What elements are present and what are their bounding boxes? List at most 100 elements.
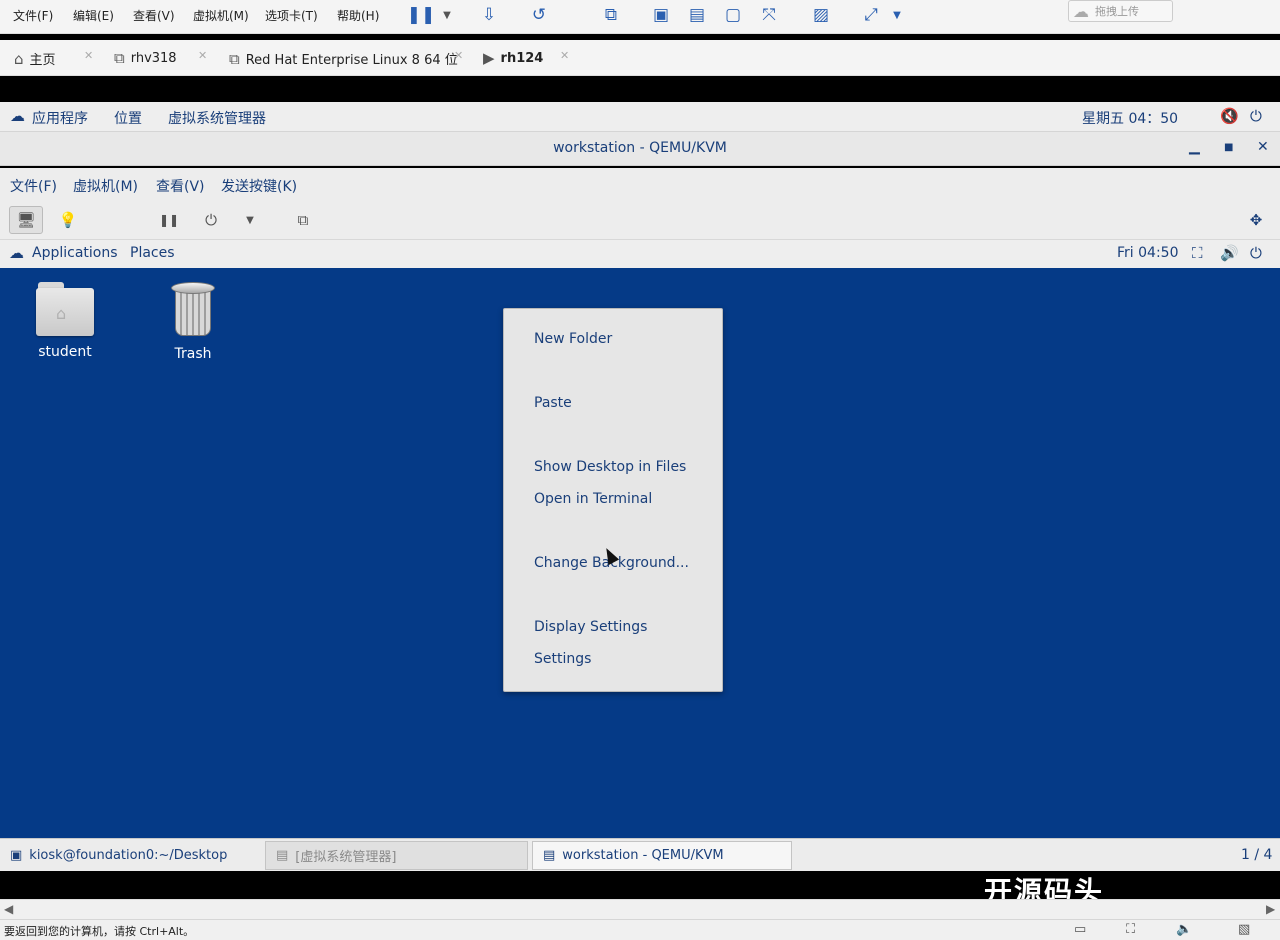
tab-home-label: 主页 — [29, 53, 56, 68]
minimize-icon[interactable]: ▁ — [1189, 139, 1200, 155]
lightbulb-icon[interactable]: 💡 — [58, 206, 78, 234]
sound-icon[interactable]: 🔈 — [1176, 922, 1192, 937]
power-button-icon[interactable]: ⏻ — [200, 206, 222, 234]
viewer-title: workstation - QEMU/KVM — [553, 140, 727, 156]
menu-item-show-desktop-in-files[interactable]: Show Desktop in Files — [534, 459, 686, 475]
cloud-icon: ☁ — [1073, 1, 1089, 21]
trash-icon — [171, 282, 215, 338]
tab-close-icon[interactable]: ✕ — [84, 49, 93, 62]
tab-rhel8[interactable]: ⧉ Red Hat Enterprise Linux 8 64 位 — [229, 49, 458, 69]
menu-help[interactable]: 帮助(H) — [337, 7, 379, 24]
message-log-icon[interactable]: ▧ — [1238, 922, 1250, 937]
viewer-titlebar: workstation - QEMU/KVM ▁ ■ ✕ — [0, 132, 1280, 166]
tab-rhel8-label: Red Hat Enterprise Linux 8 64 位 — [245, 53, 458, 68]
guest-places-menu[interactable]: Places — [130, 245, 175, 261]
scroll-left-icon[interactable]: ◀ — [4, 902, 13, 916]
taskbar-item-workstation[interactable]: ▤ workstation - QEMU/KVM — [532, 841, 792, 870]
taskbar-item-terminal[interactable]: ▣ kiosk@foundation0:~/Desktop — [0, 841, 262, 870]
hdd-icon[interactable]: ▭ — [1074, 922, 1086, 937]
viewer-menu-sendkey[interactable]: 发送按键(K) — [221, 176, 297, 196]
menu-item-display-settings[interactable]: Display Settings — [534, 619, 647, 635]
vm-icon: ⧉ — [114, 49, 125, 67]
dropdown-icon[interactable]: ▼ — [434, 2, 460, 28]
power-icon[interactable]: ⏻ — [1250, 107, 1262, 125]
terminal-view-icon[interactable]: ▨ — [808, 2, 834, 28]
tab-close-icon[interactable]: ✕ — [198, 49, 207, 62]
viewer-menu-vm[interactable]: 虚拟机(M) — [73, 176, 138, 196]
menu-vm[interactable]: 虚拟机(M) — [193, 7, 249, 24]
pause-icon[interactable]: ❚❚ — [158, 206, 180, 234]
menu-item-new-folder[interactable]: New Folder — [534, 331, 612, 347]
dropdown-icon[interactable]: ▼ — [240, 206, 260, 234]
home-folder-icon: ⌂ — [36, 282, 94, 336]
tab-close-icon[interactable]: ✕ — [454, 49, 463, 62]
tab-rhv318[interactable]: ⧉ rhv318 — [114, 49, 177, 67]
applications-menu[interactable]: 应用程序 — [32, 108, 88, 128]
status-message: 要返回到您的计算机，请按 Ctrl+Alt。 — [4, 925, 195, 938]
host-tab-bar: ⌂ 主页 ✕ ⧉ rhv318 ✕ ⧉ Red Hat Enterprise L… — [0, 40, 1280, 76]
pause-icon[interactable]: ❚❚ — [407, 2, 436, 28]
menu-file[interactable]: 文件(F) — [13, 7, 53, 24]
virt-viewer-icon: ▤ — [543, 848, 556, 863]
vm-icon: ⧉ — [229, 49, 240, 68]
viewer-menu-view[interactable]: 查看(V) — [156, 176, 205, 196]
menu-item-settings[interactable]: Settings — [534, 651, 591, 667]
host-gnome-topbar: ☁ 应用程序 位置 虚拟系统管理器 星期五 04：50 🔇 ⏻ — [0, 102, 1280, 132]
desktop-context-menu: New Folder Paste Show Desktop in Files O… — [503, 308, 723, 692]
viewer-menu-file[interactable]: 文件(F) — [10, 176, 57, 196]
host-app-menubar: 文件(F) 编辑(E) 查看(V) 虚拟机(M) 选项卡(T) 帮助(H) ❚❚… — [0, 0, 1280, 34]
menu-item-open-in-terminal[interactable]: Open in Terminal — [534, 491, 652, 507]
workspace-indicator[interactable]: 1 / 4 — [1241, 847, 1272, 863]
network-adapter-icon[interactable]: ⛶ — [1126, 922, 1135, 937]
menu-tabs[interactable]: 选项卡(T) — [265, 7, 318, 24]
view-console-icon[interactable]: ▢ — [720, 2, 746, 28]
virt-manager-menu[interactable]: 虚拟系统管理器 — [168, 108, 266, 128]
gnome-foot-icon: ☁ — [10, 107, 25, 125]
guest-applications-menu[interactable]: Applications — [32, 245, 118, 261]
upload-label: 拖拽上传 — [1095, 5, 1139, 18]
send-keys-icon[interactable]: ⇩ — [476, 2, 502, 28]
horizontal-scrollbar[interactable]: ◀ ▶ — [0, 899, 1280, 919]
resize-to-vm-icon[interactable]: ✥ — [1243, 206, 1269, 234]
snapshot-revert-icon[interactable]: ↺ — [526, 2, 552, 28]
tab-rh124[interactable]: ▶ rh124 — [483, 49, 543, 67]
menu-view[interactable]: 查看(V) — [133, 7, 175, 24]
gnome-foot-icon: ☁ — [9, 244, 24, 262]
vm-running-icon: ▶ — [483, 49, 495, 67]
guest-gnome-topbar: ☁ Applications Places Fri 04:50 ⛶ 🔊 ⏻ — [0, 240, 1280, 268]
tab-close-icon[interactable]: ✕ — [560, 49, 569, 62]
desktop-icon-trash[interactable]: Trash — [148, 282, 238, 362]
menu-edit[interactable]: 编辑(E) — [73, 7, 114, 24]
tab-home[interactable]: ⌂ 主页 — [14, 49, 56, 69]
taskbar-item-label: workstation - QEMU/KVM — [562, 848, 724, 863]
volume-muted-icon[interactable]: 🔇 — [1220, 107, 1239, 125]
taskbar-item-virt-manager[interactable]: ▤ [虚拟系统管理器] — [265, 841, 528, 870]
volume-icon[interactable]: 🔊 — [1220, 244, 1239, 262]
home-icon: ⌂ — [14, 49, 24, 68]
dropdown-icon[interactable]: ▼ — [884, 2, 910, 28]
maximize-icon[interactable]: ■ — [1224, 142, 1233, 153]
desktop-icon-label: Trash — [174, 346, 212, 362]
snapshots-icon[interactable]: ⧉ — [290, 206, 316, 234]
close-icon[interactable]: ✕ — [1257, 139, 1269, 155]
upload-button[interactable]: ☁ 拖拽上传 — [1068, 0, 1173, 22]
menu-item-paste[interactable]: Paste — [534, 395, 572, 411]
tab-rhv318-label: rhv318 — [130, 50, 177, 66]
guest-clock[interactable]: Fri 04:50 — [1117, 245, 1178, 261]
scroll-right-icon[interactable]: ▶ — [1266, 902, 1275, 916]
view-fit-icon[interactable]: ⤧ — [756, 2, 782, 28]
console-view-icon[interactable]: 🖥 — [9, 206, 43, 234]
network-icon[interactable]: ⛶ — [1192, 244, 1203, 262]
view-full-icon[interactable]: ▣ — [648, 2, 674, 28]
taskbar-item-label: kiosk@foundation0:~/Desktop — [29, 848, 228, 863]
clock[interactable]: 星期五 04：50 — [1082, 108, 1178, 128]
snapshot-manager-icon[interactable]: ⧉ — [598, 2, 624, 28]
virt-manager-icon: ▤ — [276, 848, 289, 863]
desktop-icon-student[interactable]: ⌂ student — [20, 282, 110, 360]
host-taskbar: ▣ kiosk@foundation0:~/Desktop ▤ [虚拟系统管理器… — [0, 838, 1280, 871]
viewer-menubar: 文件(F) 虚拟机(M) 查看(V) 发送按键(K) — [0, 168, 1280, 200]
power-icon[interactable]: ⏻ — [1250, 244, 1262, 262]
fullscreen-icon[interactable]: ⤢ — [858, 2, 884, 28]
places-menu[interactable]: 位置 — [114, 108, 142, 128]
view-split-icon[interactable]: ▤ — [684, 2, 710, 28]
